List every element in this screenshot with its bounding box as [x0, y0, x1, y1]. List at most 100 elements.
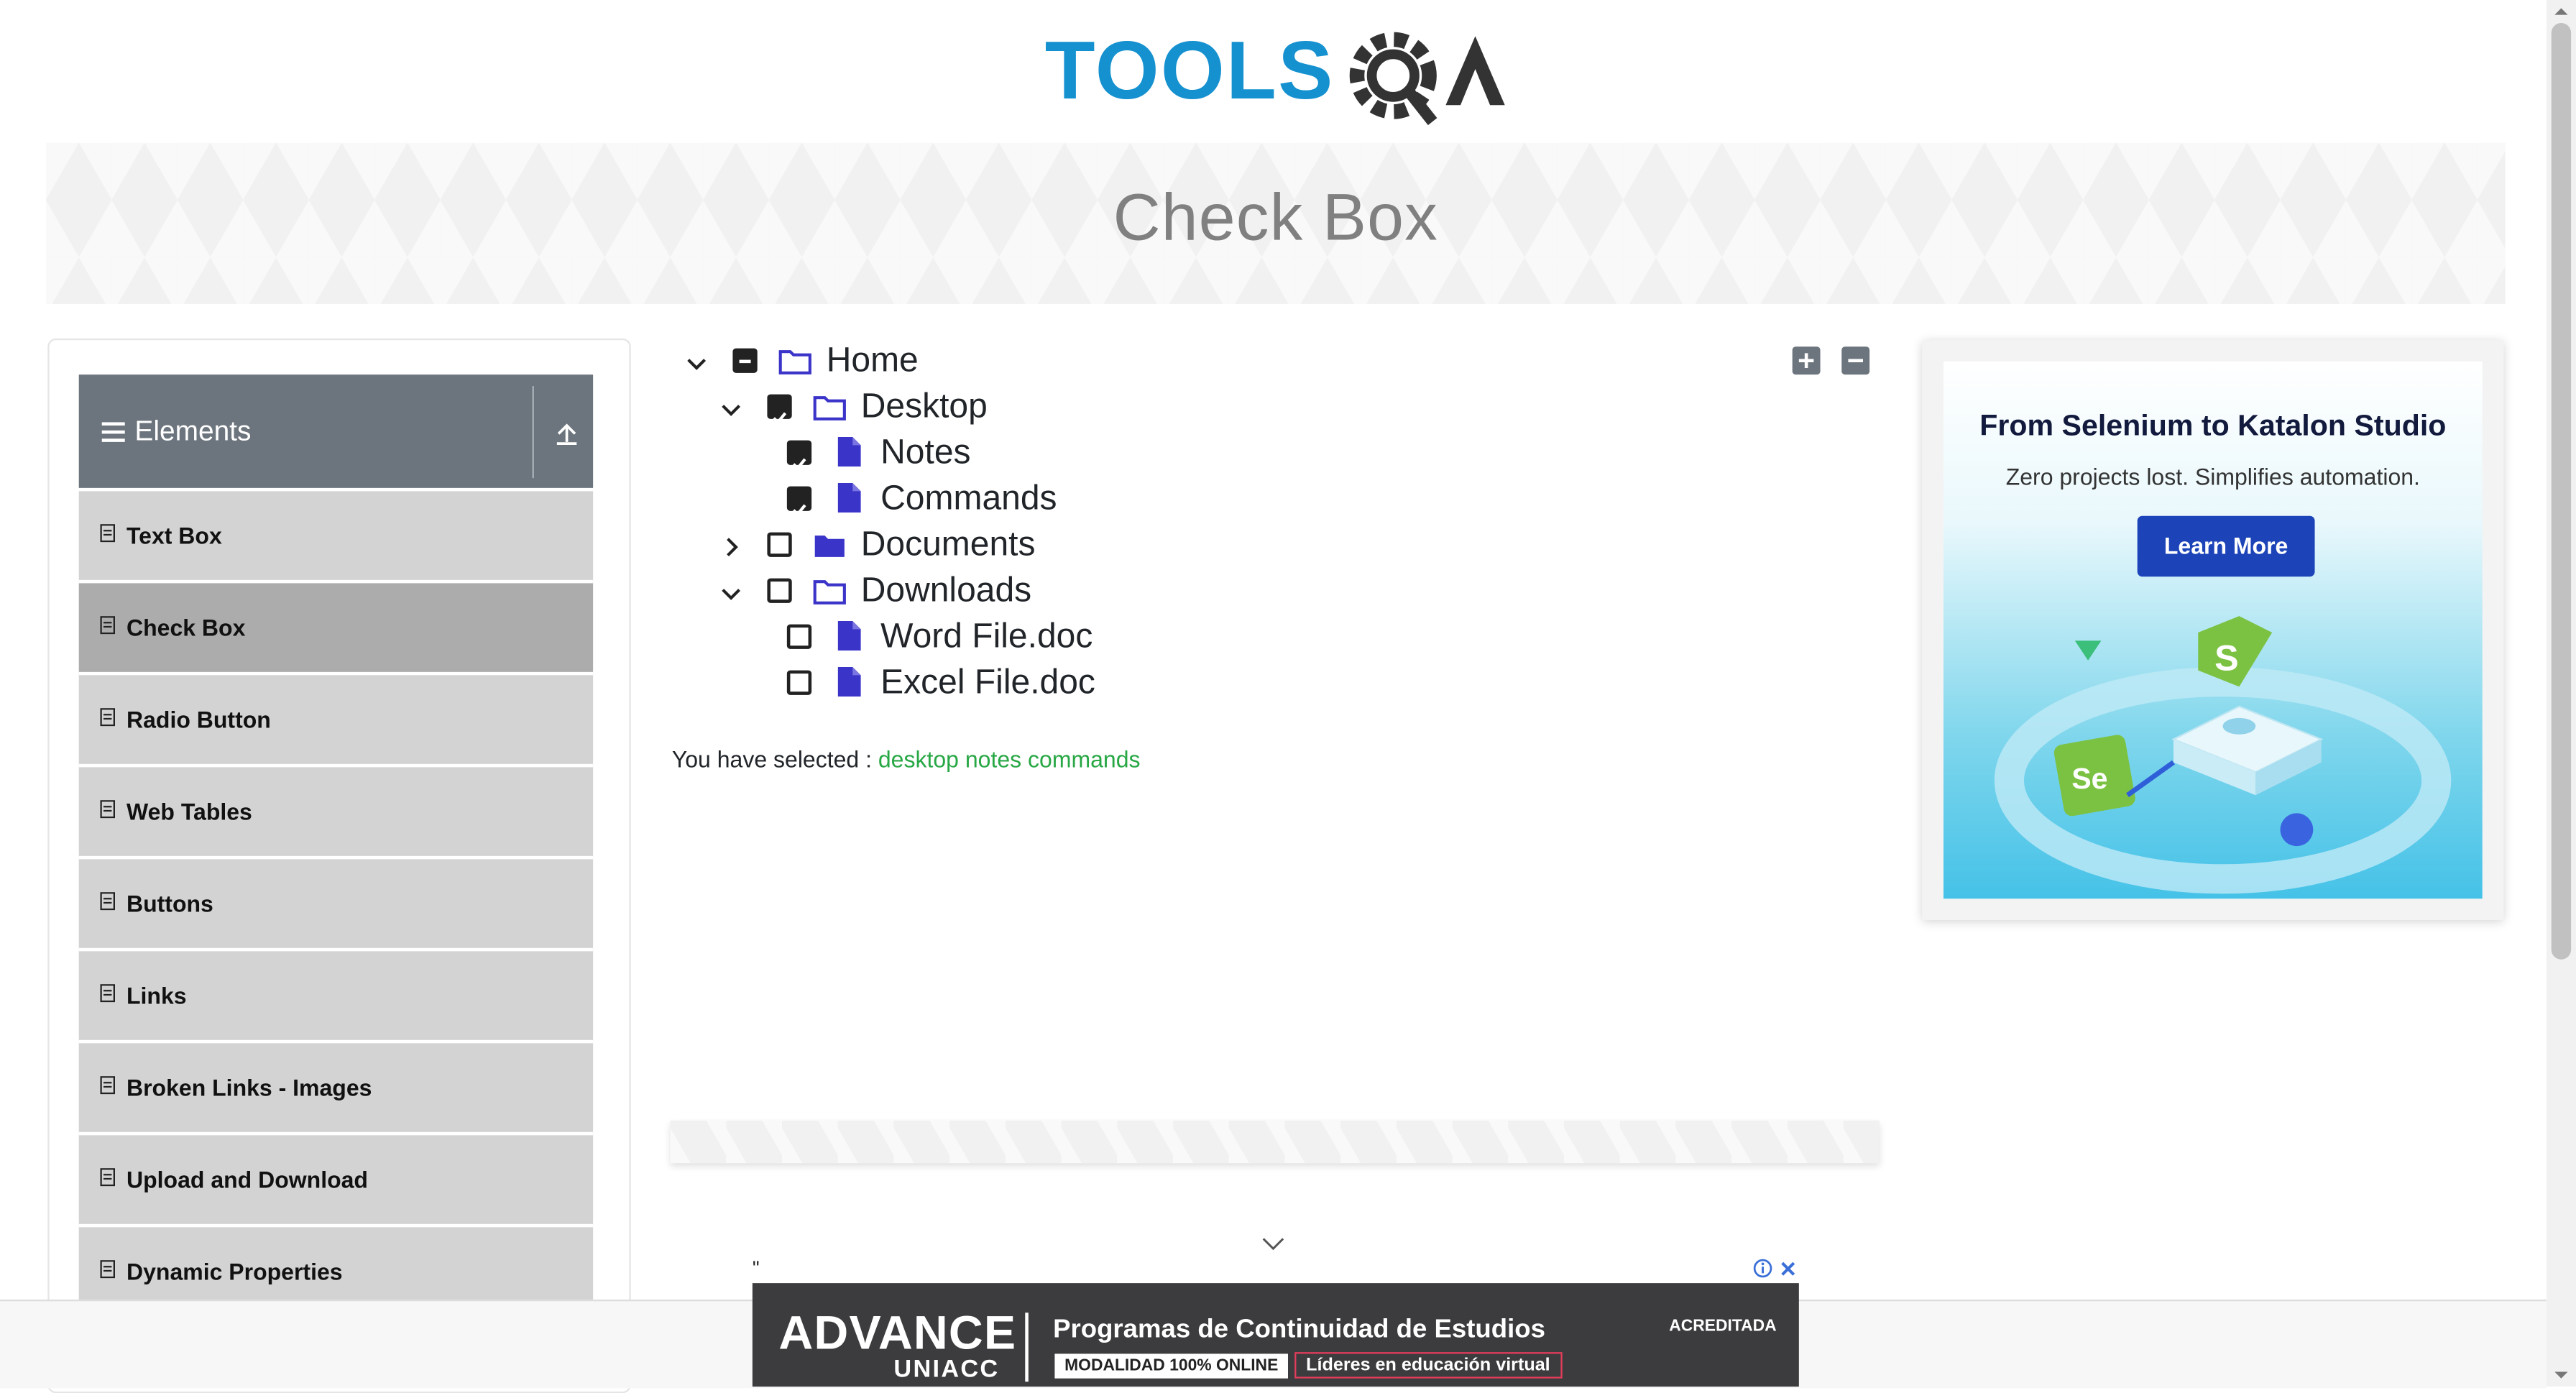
ad-banner-headline: Programas de Continuidad de Estudios	[1053, 1315, 1545, 1344]
item-icon	[100, 1076, 115, 1095]
svg-text:TOOLS: TOOLS	[1045, 25, 1335, 116]
side-ad[interactable]: From Selenium to Katalon Studio Zero pro…	[1943, 361, 2483, 899]
tree-node-label[interactable]: Documents	[861, 525, 1036, 565]
tree-checkbox-excel-file[interactable]	[786, 670, 812, 695]
ad-tag-online: MODALIDAD 100% ONLINE	[1054, 1353, 1289, 1379]
sidebar-item-label: Broken Links - Images	[126, 1074, 372, 1101]
file-icon	[837, 482, 861, 513]
chevron-down-icon[interactable]	[1261, 1236, 1284, 1252]
sidebar-item-check-box[interactable]: Check Box	[78, 583, 594, 676]
collapse-up-icon[interactable]	[553, 420, 580, 447]
selection-result: You have selected : desktop notes comman…	[672, 746, 1141, 773]
sidebar-item-radio-button[interactable]: Radio Button	[78, 675, 594, 768]
tree-node-label[interactable]: Downloads	[861, 571, 1031, 611]
chevron-down-icon[interactable]	[721, 583, 741, 602]
chevron-down-icon[interactable]	[721, 399, 741, 418]
tree-node-word-file: Word File.doc	[786, 616, 1280, 662]
toolsqa-logo[interactable]: TOOLS	[1045, 19, 1512, 131]
tree-node-label[interactable]: Desktop	[861, 387, 988, 427]
sidebar-item-broken-links[interactable]: Broken Links - Images	[78, 1043, 594, 1136]
tree-node-documents: Documents	[718, 524, 1211, 570]
sidebar-item-label: Upload and Download	[126, 1166, 368, 1193]
sidebar-item-links[interactable]: Links	[78, 951, 594, 1044]
tree-node-excel-file: Excel File.doc	[786, 662, 1280, 708]
tree-node-downloads: Downloads	[718, 570, 1211, 616]
item-icon	[100, 892, 115, 911]
file-icon	[837, 620, 861, 651]
tree-node-notes: Notes	[786, 432, 1280, 478]
folder-closed-icon	[814, 535, 845, 557]
ad-quote-mark: "	[752, 1256, 760, 1280]
tree-checkbox-notes[interactable]	[786, 440, 812, 471]
learn-more-button[interactable]: Learn More	[2137, 515, 2315, 577]
svg-text:Se: Se	[2071, 762, 2107, 795]
sidebar-item-web-tables[interactable]: Web Tables	[78, 767, 594, 860]
item-icon	[100, 1168, 115, 1187]
tree-checkbox-commands[interactable]	[786, 486, 812, 517]
expand-all-button[interactable]	[1792, 346, 1821, 375]
content-footer-strip	[670, 1120, 1880, 1164]
bottom-ad-banner[interactable]: ADVANCE UNIACC Programas de Continuidad …	[752, 1283, 1799, 1387]
folder-open-icon	[813, 396, 846, 420]
tree-node-label[interactable]: Commands	[880, 479, 1057, 519]
ad-subline: Zero projects lost. Simplifies automatio…	[2005, 463, 2420, 490]
tree-node-label[interactable]: Excel File.doc	[880, 663, 1095, 703]
page-banner: Check Box	[45, 142, 2506, 304]
group-title: Elements	[134, 415, 252, 447]
sidebar-item-label: Check Box	[126, 614, 246, 641]
tree-checkbox-home[interactable]	[732, 348, 758, 373]
sidebar-item-label: Radio Button	[126, 706, 271, 733]
result-items: desktop notes commands	[878, 745, 1141, 773]
sidebar-item-label: Web Tables	[126, 798, 252, 825]
file-icon	[837, 436, 861, 467]
ad-brand: ADVANCE	[778, 1307, 1017, 1361]
collapse-all-button[interactable]	[1841, 346, 1870, 375]
sidebar-item-label: Text Box	[126, 522, 222, 549]
info-icon[interactable]	[1753, 1259, 1772, 1278]
tree-checkbox-word-file[interactable]	[786, 624, 812, 649]
item-icon	[100, 984, 115, 1003]
sidebar-item-label: Buttons	[126, 890, 213, 917]
tree-checkbox-documents[interactable]	[767, 532, 792, 557]
ad-accreditation: ACREDITADA	[1669, 1318, 1777, 1336]
ad-tag-leaders: Líderes en educación virtual	[1294, 1352, 1562, 1379]
tree-node-label[interactable]: Home	[827, 341, 919, 381]
ad-close-button[interactable]: ✕	[1779, 1257, 1797, 1284]
ad-illustration: S Se	[1994, 616, 2452, 894]
tree-node-home: Home	[684, 340, 1177, 386]
menu-icon	[101, 422, 125, 446]
sidebar-item-text-box[interactable]: Text Box	[78, 491, 594, 584]
tree-node-desktop: Desktop	[718, 386, 1211, 432]
minus-icon	[1848, 359, 1863, 362]
chevron-right-icon[interactable]	[721, 537, 740, 557]
tree-node-label[interactable]: Word File.doc	[880, 617, 1092, 657]
svg-text:S: S	[2214, 638, 2239, 679]
ad-divider	[1025, 1312, 1029, 1382]
tree-node-label[interactable]: Notes	[880, 433, 970, 473]
item-icon	[100, 1260, 115, 1279]
item-icon	[100, 524, 115, 543]
sidebar-item-label: Dynamic Properties	[126, 1258, 343, 1285]
scroll-down-arrow-icon[interactable]	[2552, 1367, 2571, 1384]
item-icon	[100, 708, 115, 727]
item-icon	[100, 616, 115, 635]
folder-open-icon	[778, 350, 811, 374]
header-divider	[532, 386, 534, 479]
sidebar-item-upload-download[interactable]: Upload and Download	[78, 1135, 594, 1228]
ad-headline: From Selenium to Katalon Studio	[1979, 409, 2447, 442]
sidebar-item-buttons[interactable]: Buttons	[78, 859, 594, 952]
item-icon	[100, 800, 115, 819]
sidebar-item-label: Links	[126, 982, 187, 1009]
tree-checkbox-desktop[interactable]	[767, 394, 792, 425]
scrollbar-thumb[interactable]	[2551, 22, 2572, 960]
plus-icon	[1798, 353, 1814, 368]
page-title: Check Box	[1113, 182, 1439, 255]
chevron-down-icon[interactable]	[686, 353, 707, 372]
result-prefix: You have selected :	[671, 745, 872, 773]
file-icon	[837, 666, 861, 697]
scroll-up-arrow-icon[interactable]	[2552, 4, 2571, 20]
tree-node-commands: Commands	[786, 478, 1280, 524]
elements-group-header[interactable]: Elements	[78, 374, 594, 488]
tree-checkbox-downloads[interactable]	[767, 578, 792, 603]
folder-open-icon	[813, 580, 846, 604]
